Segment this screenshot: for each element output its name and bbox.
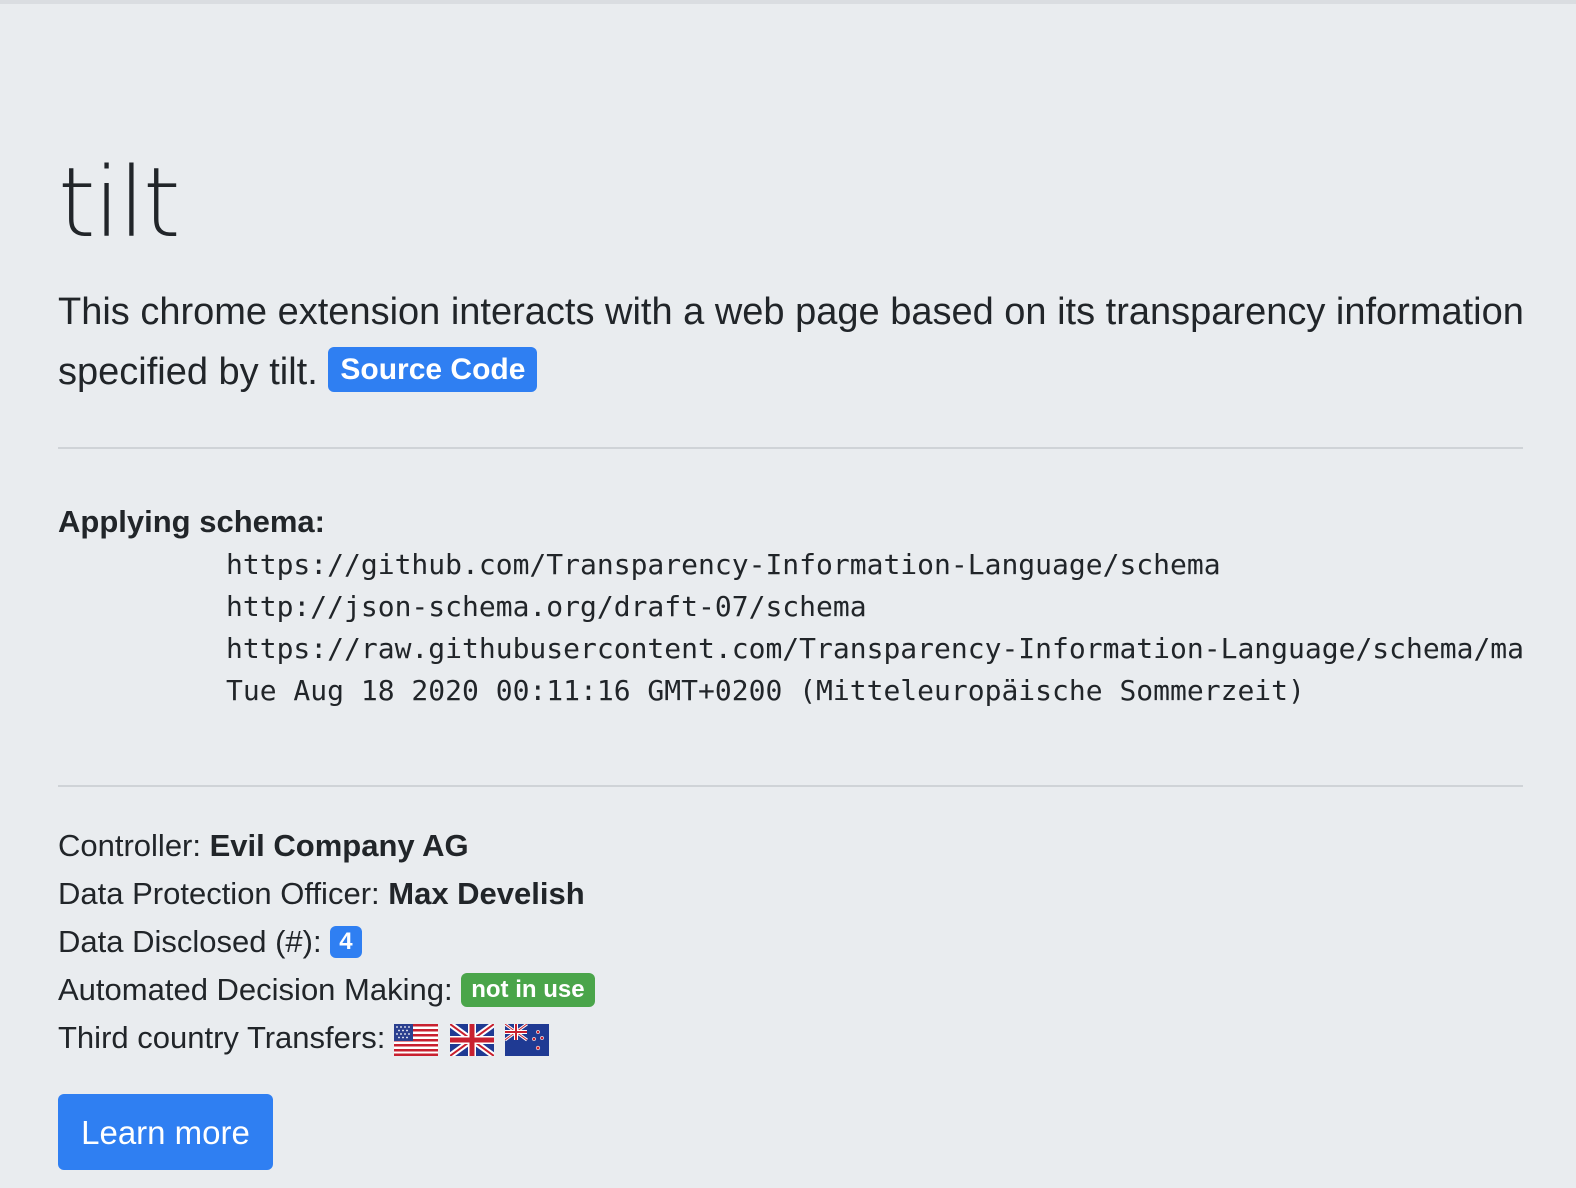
schema-timestamp: Tue Aug 18 2020 00:11:16 GMT+0200 (Mitte… xyxy=(226,674,1305,707)
lead-description: This chrome extension interacts with a w… xyxy=(58,291,1524,393)
schema-heading: Applying schema: xyxy=(58,504,325,539)
facts-list: Controller: Evil Company AG Data Protect… xyxy=(58,822,595,1062)
schema-line: https://raw.githubusercontent.com/Transp… xyxy=(226,632,1523,665)
uk-flag-icon xyxy=(449,1023,494,1056)
controller-row: Controller: Evil Company AG xyxy=(58,822,595,870)
data-disclosed-count-badge: 4 xyxy=(330,925,362,958)
window-top-border xyxy=(0,0,1576,4)
dpo-row: Data Protection Officer: Max Develish xyxy=(58,870,595,918)
schema-line: http://json-schema.org/draft-07/schema xyxy=(226,590,867,623)
adm-status-badge: not in use xyxy=(461,972,595,1007)
schema-list: https://github.com/Transparency-Informat… xyxy=(226,544,1523,712)
nz-flag-icon xyxy=(505,1023,550,1056)
source-code-badge[interactable]: Source Code xyxy=(328,347,538,393)
dpo-label: Data Protection Officer: xyxy=(58,876,380,911)
transfers-label: Third country Transfers: xyxy=(58,1020,386,1055)
adm-row: Automated Decision Making: not in use xyxy=(58,966,595,1014)
controller-label: Controller: xyxy=(58,828,201,863)
data-disclosed-row: Data Disclosed (#): 4 xyxy=(58,918,595,966)
schema-line: https://github.com/Transparency-Informat… xyxy=(226,548,1221,581)
data-disclosed-label: Data Disclosed (#): xyxy=(58,924,322,959)
transfer-flags xyxy=(393,1014,552,1062)
us-flag-icon xyxy=(393,1023,438,1056)
learn-more-button[interactable]: Learn more xyxy=(58,1094,273,1170)
divider xyxy=(58,785,1523,787)
transfers-row: Third country Transfers: xyxy=(58,1014,595,1062)
controller-value: Evil Company AG xyxy=(209,828,469,863)
adm-label: Automated Decision Making: xyxy=(58,972,453,1007)
divider xyxy=(58,447,1523,449)
lead-text: This chrome extension interacts with a w… xyxy=(58,282,1528,402)
page-title: tilt xyxy=(58,147,181,259)
dpo-value: Max Develish xyxy=(388,876,585,911)
